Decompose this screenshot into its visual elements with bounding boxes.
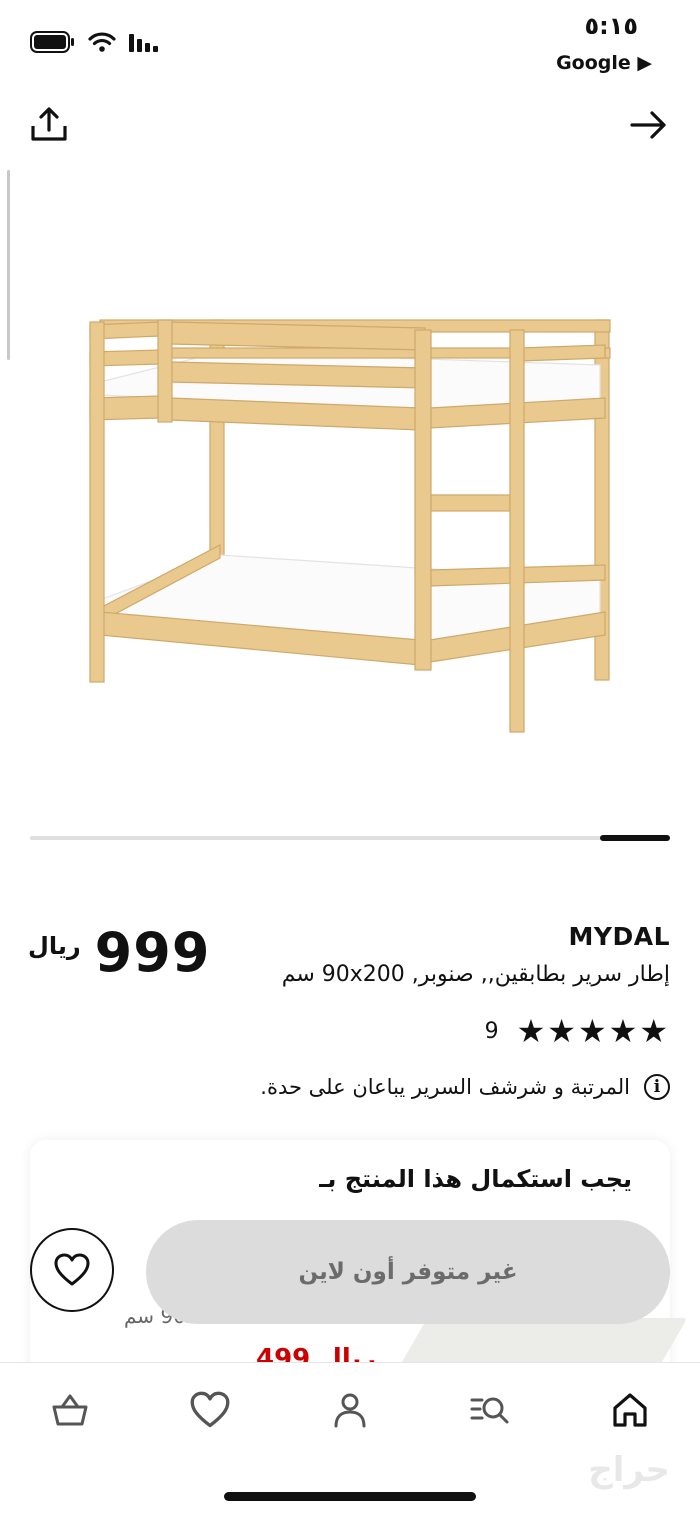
watermark: حراج: [588, 1450, 670, 1490]
signal-icon: [129, 34, 158, 52]
search-list-icon: [470, 1397, 509, 1424]
price: 999 ريال: [28, 922, 210, 984]
carousel-progress-thumb: [600, 835, 670, 841]
heart-icon: [190, 1391, 230, 1428]
status-time: ٥:١٥: [584, 12, 638, 40]
rating-stars: ★★★★★: [516, 1012, 670, 1050]
nav-account[interactable]: [330, 1390, 370, 1430]
nav-home[interactable]: [610, 1390, 650, 1430]
rating-count: 9: [484, 1018, 499, 1044]
forward-button[interactable]: [628, 104, 670, 146]
share-button[interactable]: [28, 104, 70, 146]
scroll-indicator: [7, 170, 10, 360]
info-icon: i: [644, 1074, 670, 1100]
rating[interactable]: 9 ★★★★★: [485, 1012, 670, 1050]
home-indicator[interactable]: [224, 1492, 476, 1501]
complement-title: يجب استكمال هذا المنتج بـ: [319, 1165, 632, 1193]
arrow-right-icon: [630, 111, 666, 139]
product-description: إطار سرير بطابقين,, صنوبر, 90x200 سم: [281, 962, 670, 987]
battery-icon: [30, 31, 74, 53]
status-icons: [30, 30, 160, 54]
info-text: المرتبة و شرشف السرير يباعان على حدة.: [260, 1075, 630, 1099]
nav-favorites[interactable]: [190, 1390, 230, 1430]
wifi-icon: [88, 32, 116, 52]
basket-icon: [52, 1394, 88, 1426]
info-note: المرتبة و شرشف السرير يباعان على حدة. i: [260, 1074, 670, 1100]
price-value: 999: [94, 921, 211, 984]
nav-search[interactable]: [470, 1390, 510, 1430]
product-image[interactable]: [60, 290, 640, 750]
favorite-button[interactable]: [30, 1228, 114, 1312]
status-carrier[interactable]: Google ▶: [556, 52, 652, 74]
person-icon: [334, 1393, 366, 1428]
heart-icon: [54, 1253, 90, 1286]
carousel-progress-track: [30, 836, 670, 840]
share-icon: [31, 107, 67, 141]
nav-basket[interactable]: [50, 1390, 90, 1430]
home-icon: [613, 1393, 647, 1427]
unavailable-online-button[interactable]: غير متوفر أون لاين: [146, 1220, 670, 1324]
product-name: MYDAL: [568, 922, 670, 951]
price-currency: ريال: [28, 932, 81, 960]
